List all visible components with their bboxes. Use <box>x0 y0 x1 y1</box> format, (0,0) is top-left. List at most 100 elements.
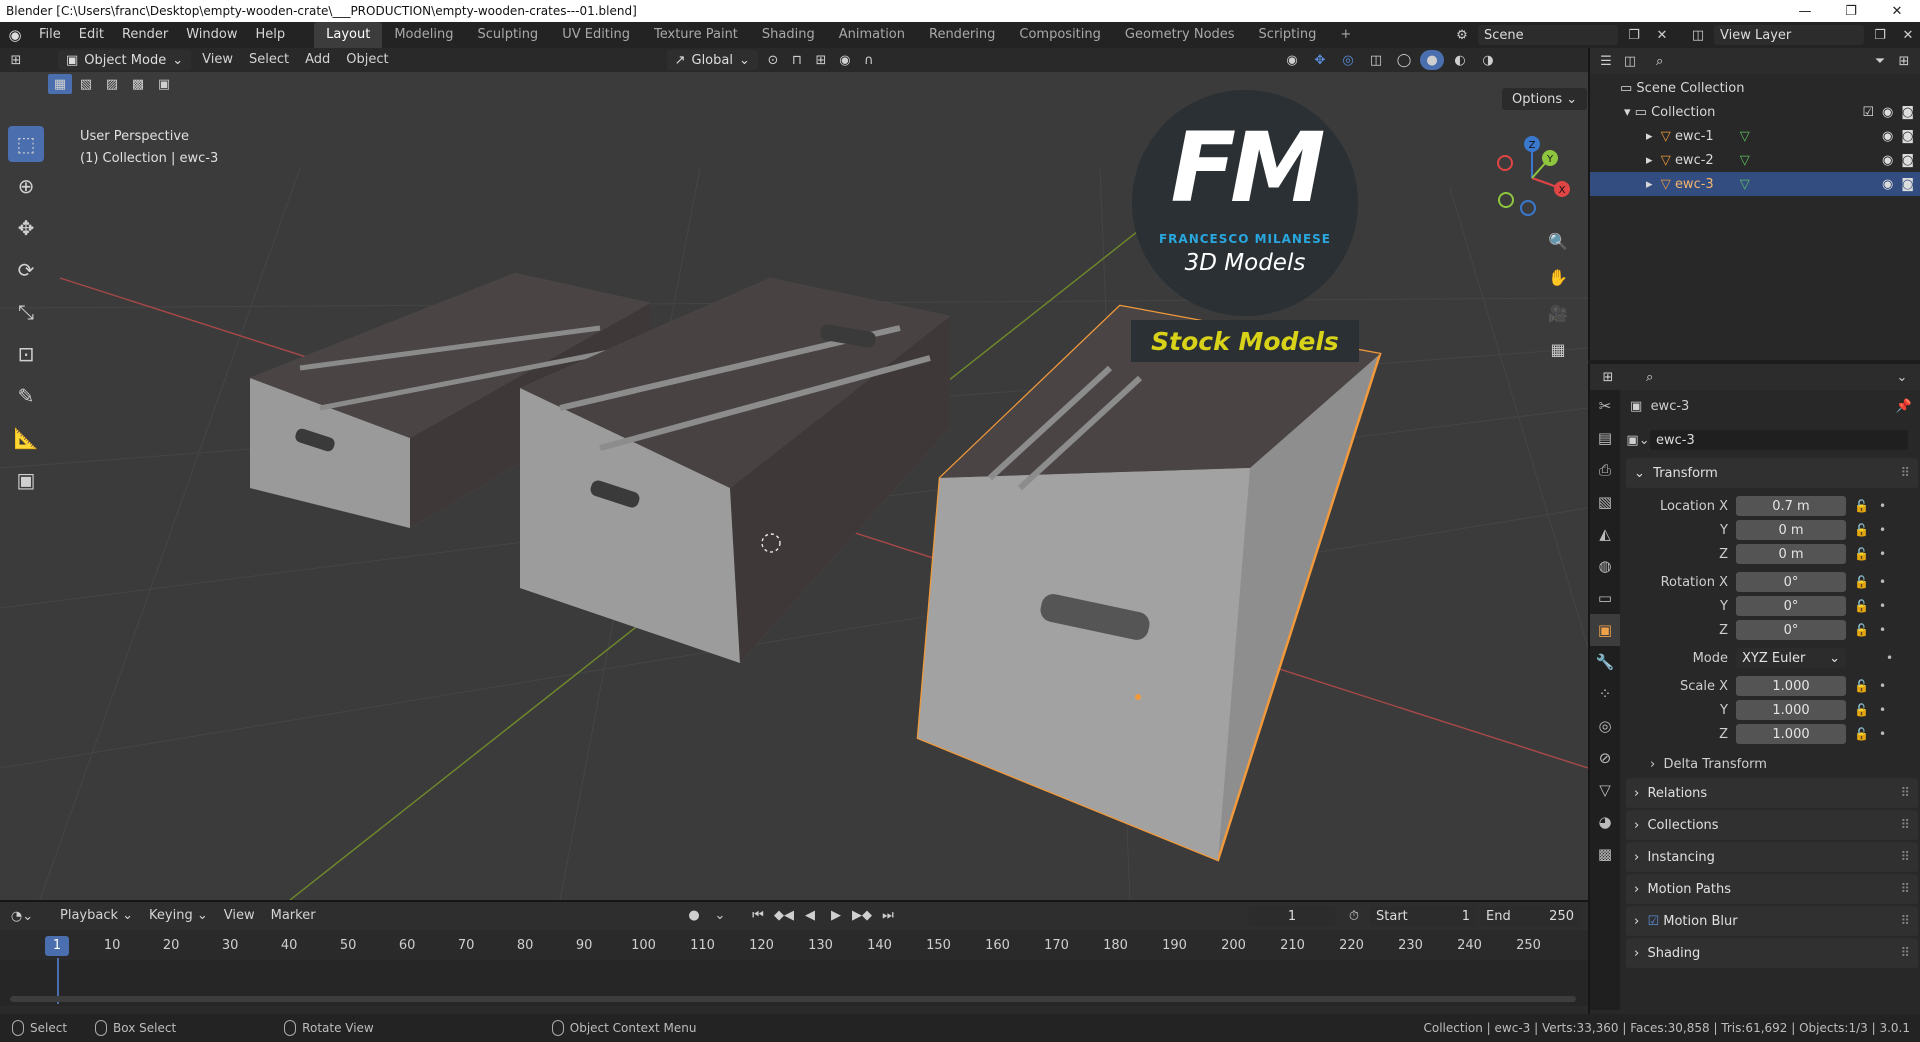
minimize-icon[interactable]: — <box>1782 0 1828 22</box>
lock-icon[interactable]: 🔓 <box>1854 547 1869 561</box>
next-keyframe-icon[interactable]: ▶◆ <box>850 905 874 925</box>
tab-animation[interactable]: Animation <box>827 22 917 48</box>
jump-end-icon[interactable]: ⏭ <box>876 905 900 925</box>
scale-y-field[interactable]: 1.000 <box>1736 700 1846 720</box>
mode-dropdown[interactable]: ▣ Object Mode ⌄ <box>58 50 192 70</box>
lock-icon[interactable]: 🔓 <box>1854 703 1869 717</box>
start-frame-field[interactable]: Start 1 <box>1370 906 1476 926</box>
render-tab-icon[interactable]: ▤ <box>1590 422 1620 454</box>
tab-modeling[interactable]: Modeling <box>382 22 465 48</box>
eye-icon[interactable]: ◉ <box>1882 153 1893 168</box>
tool-tab-icon[interactable]: ✂ <box>1590 390 1620 422</box>
blender-logo-icon[interactable]: ◉ <box>0 26 30 44</box>
pin-icon[interactable]: 📌 <box>1896 399 1918 414</box>
view-layer-icon[interactable]: ◫ <box>1686 25 1710 45</box>
snap-target-icon[interactable]: ⊞ <box>809 50 833 70</box>
pivot-point-icon[interactable]: ⊙ <box>761 50 785 70</box>
motion-paths-panel-header[interactable]: › Motion Paths ⠿ <box>1626 874 1918 904</box>
new-scene-icon[interactable]: ❐ <box>1622 25 1646 45</box>
motion-blur-panel-header[interactable]: › ☑ Motion Blur ⠿ <box>1626 906 1918 936</box>
tab-rendering[interactable]: Rendering <box>917 22 1007 48</box>
wireframe-shading-icon[interactable]: ◯ <box>1392 50 1416 70</box>
lock-icon[interactable]: 🔓 <box>1854 679 1869 693</box>
tab-shading[interactable]: Shading <box>750 22 827 48</box>
perspective-toggle-icon[interactable]: ▦ <box>1543 334 1573 364</box>
keyframe-dot-icon[interactable]: • <box>1879 523 1886 537</box>
object-name-field[interactable]: ewc-3 <box>1650 430 1908 450</box>
menu-edit[interactable]: Edit <box>70 22 113 48</box>
viewport-menu-select[interactable]: Select <box>241 48 297 72</box>
filter-icon[interactable]: ⏷ <box>1868 51 1892 71</box>
menu-window[interactable]: Window <box>177 22 246 48</box>
scale-x-field[interactable]: 1.000 <box>1736 676 1846 696</box>
view-layer-field[interactable]: View Layer <box>1714 25 1864 45</box>
outliner-item-ewc-2[interactable]: ▸ ▽ ewc-2 ▽ ◉ ◙ <box>1590 148 1920 172</box>
record-options-icon[interactable]: ⌄ <box>708 905 732 925</box>
visibility-icon[interactable]: ◉ <box>1280 50 1304 70</box>
camera-icon[interactable]: ◙ <box>1901 153 1914 168</box>
eye-icon[interactable]: ◉ <box>1882 177 1893 192</box>
snap-icon[interactable]: ⊓ <box>785 50 809 70</box>
camera-view-icon[interactable]: 🎥 <box>1543 298 1573 328</box>
rotation-mode-dropdown[interactable]: XYZ Euler ⌄ <box>1736 648 1846 668</box>
expand-arrow-icon[interactable]: ▸ <box>1646 177 1661 192</box>
tab-texture-paint[interactable]: Texture Paint <box>642 22 750 48</box>
tab-layout[interactable]: Layout <box>314 22 383 48</box>
stopwatch-icon[interactable]: ⏱ <box>1342 906 1366 926</box>
add-cube-tool[interactable]: ▣ <box>8 462 44 498</box>
solid-shading-icon[interactable]: ● <box>1420 50 1444 70</box>
rotate-tool[interactable]: ⟳ <box>8 252 44 288</box>
physics-tab-icon[interactable]: ◎ <box>1590 710 1620 742</box>
select-intersect-icon[interactable]: ▣ <box>152 74 176 94</box>
transform-panel-header[interactable]: ⌄ Transform ⠿ <box>1626 458 1918 488</box>
lock-icon[interactable]: 🔓 <box>1854 575 1869 589</box>
scene-icon[interactable]: ⚙ <box>1450 25 1474 45</box>
scene-field[interactable]: Scene <box>1478 25 1618 45</box>
timeline-menu-marker[interactable]: Marker <box>263 904 324 928</box>
prev-keyframe-icon[interactable]: ◆◀ <box>772 905 796 925</box>
menu-help[interactable]: Help <box>247 22 295 48</box>
keyframe-dot-icon[interactable]: • <box>1886 651 1893 665</box>
location-y-field[interactable]: 0 m <box>1736 520 1846 540</box>
rotation-z-field[interactable]: 0° <box>1736 620 1846 640</box>
outliner-item-ewc-3[interactable]: ▸ ▽ ewc-3 ▽ ◉ ◙ <box>1590 172 1920 196</box>
tab-geometry-nodes[interactable]: Geometry Nodes <box>1113 22 1247 48</box>
outliner-collection[interactable]: ▾ ▭ Collection ☑ ◉ ◙ <box>1590 100 1920 124</box>
datablock-icon[interactable]: ▣⌄ <box>1626 430 1650 450</box>
3d-viewport[interactable]: FM FRANCESCO MILANESE 3D Models Stock Mo… <box>0 48 1588 900</box>
keyframe-dot-icon[interactable]: • <box>1879 679 1886 693</box>
tab-compositing[interactable]: Compositing <box>1007 22 1113 48</box>
delete-view-layer-icon[interactable]: ✕ <box>1896 25 1920 45</box>
instancing-panel-header[interactable]: › Instancing ⠿ <box>1626 842 1918 872</box>
properties-options-icon[interactable]: ⌄ <box>1890 367 1914 387</box>
select-box-tool[interactable]: ⬚ <box>8 126 44 162</box>
shading-panel-header[interactable]: › Shading ⠿ <box>1626 938 1918 968</box>
falloff-icon[interactable]: ∩ <box>857 50 881 70</box>
close-icon[interactable]: ✕ <box>1874 0 1920 22</box>
drag-handle-icon[interactable]: ⠿ <box>1900 818 1918 833</box>
location-z-field[interactable]: 0 m <box>1736 544 1846 564</box>
rotation-x-field[interactable]: 0° <box>1736 572 1846 592</box>
output-tab-icon[interactable]: ⎙ <box>1590 454 1620 486</box>
timeline-menu-playback[interactable]: Playback ⌄ <box>52 904 141 928</box>
proportional-edit-icon[interactable]: ◉ <box>833 50 857 70</box>
lock-icon[interactable]: 🔓 <box>1854 727 1869 741</box>
record-icon[interactable]: ● <box>682 905 706 925</box>
particles-tab-icon[interactable]: ⁘ <box>1590 678 1620 710</box>
drag-handle-icon[interactable]: ⠿ <box>1900 466 1918 481</box>
maximize-icon[interactable]: ❐ <box>1828 0 1874 22</box>
timeline-scrollbar[interactable] <box>10 996 1576 1002</box>
current-frame-field[interactable]: 1 <box>1248 906 1336 926</box>
select-new-icon[interactable]: ▦ <box>48 74 72 94</box>
camera-icon[interactable]: ◙ <box>1901 129 1914 144</box>
scene-tab-icon[interactable]: ◭ <box>1590 518 1620 550</box>
properties-search-input[interactable]: ⌕ <box>1640 367 1860 387</box>
lock-icon[interactable]: 🔓 <box>1854 599 1869 613</box>
timeline-ruler[interactable]: 1 10 20 30 40 50 60 70 80 90 100 110 120 130 140 150 16… <box>0 936 1588 958</box>
modifier-tab-icon[interactable]: 🔧 <box>1590 646 1620 678</box>
outliner-search-input[interactable]: ⌕ <box>1650 51 1790 71</box>
select-subtract-icon[interactable]: ▨ <box>100 74 124 94</box>
motion-blur-checkbox[interactable]: ☑ <box>1647 914 1663 929</box>
timeline-editor-icon[interactable]: ◔⌄ <box>10 906 34 926</box>
drag-handle-icon[interactable]: ⠿ <box>1900 946 1918 961</box>
